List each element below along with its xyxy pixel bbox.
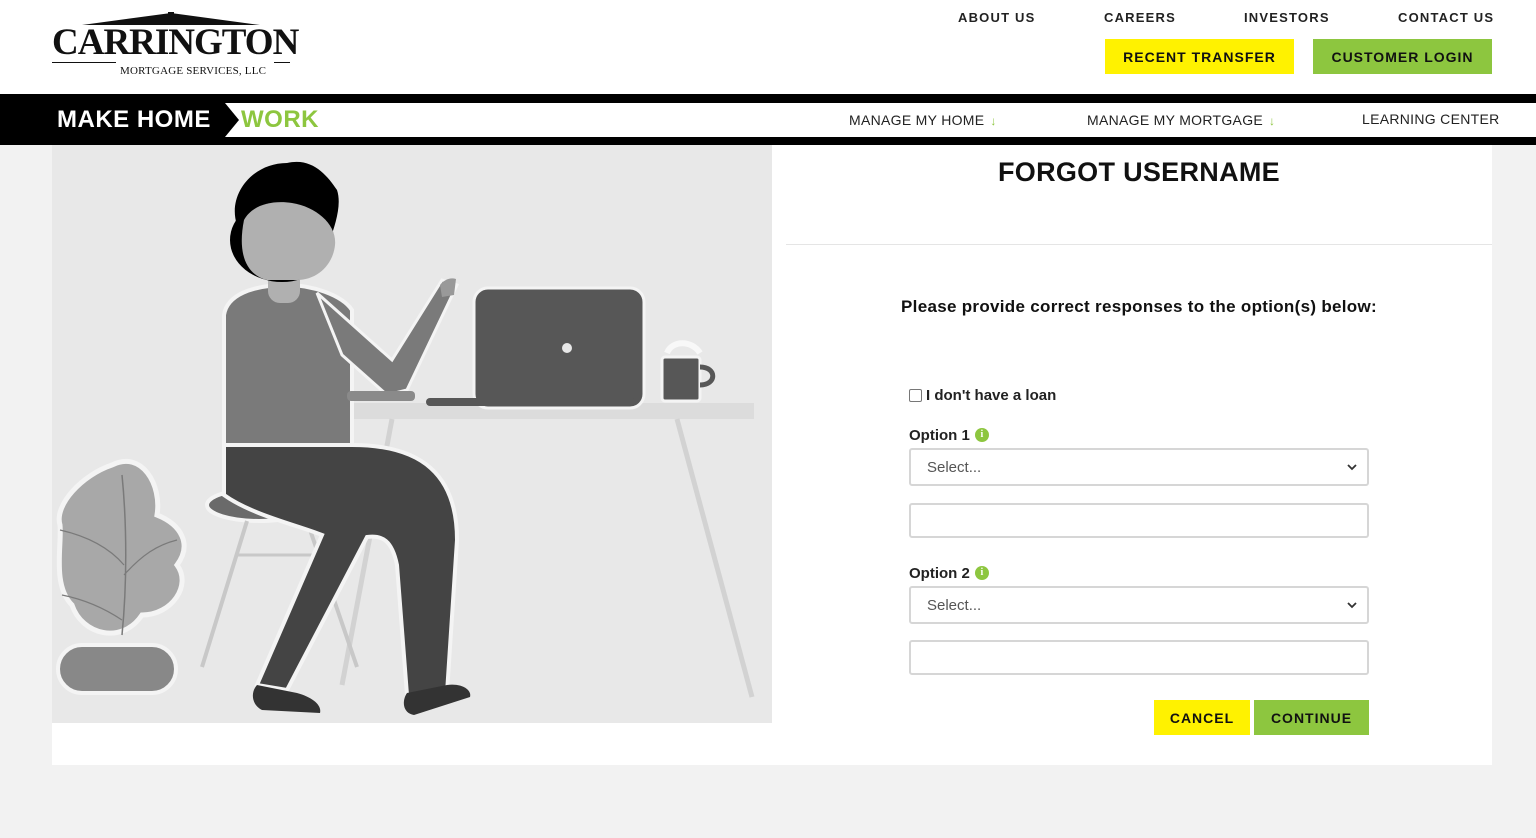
form-instructions: Please provide correct responses to the …	[901, 297, 1377, 316]
recent-transfer-button[interactable]: RECENT TRANSFER	[1105, 39, 1294, 74]
arrow-down-icon: ↓	[990, 114, 997, 128]
logo-wordmark: CARRINGTON	[52, 22, 299, 63]
site-header: CARRINGTON MORTGAGE SERVICES, LLC ABOUT …	[0, 0, 1536, 94]
nav-investors[interactable]: INVESTORS	[1244, 10, 1330, 26]
nav-learning-center[interactable]: LEARNING CENTER	[1362, 111, 1500, 127]
nav-manage-my-home[interactable]: MANAGE MY HOME ↓	[849, 112, 997, 128]
info-icon[interactable]: i	[974, 428, 989, 442]
option-2-answer-input[interactable]	[909, 640, 1369, 675]
option-2-select[interactable]: Select...	[909, 586, 1369, 624]
person-at-desk-illustration	[52, 145, 772, 723]
option-1-label-text: Option 1	[909, 426, 970, 444]
chevron-down-icon	[1347, 464, 1357, 471]
tagline-banner: MAKE HOME WORK MANAGE MY HOME ↓ MANAGE MY…	[0, 94, 1536, 145]
tagline-work: WORK	[241, 106, 319, 133]
chevron-down-icon	[1347, 602, 1357, 609]
nav-contact-us[interactable]: CONTACT US	[1398, 10, 1494, 26]
banner-chevron-shape	[225, 103, 239, 137]
logo-subtitle: MORTGAGE SERVICES, LLC	[120, 65, 267, 77]
continue-button[interactable]: CONTINUE	[1254, 700, 1369, 735]
tagline-make-home: MAKE HOME	[57, 106, 211, 133]
customer-login-button[interactable]: CUSTOMER LOGIN	[1313, 39, 1492, 74]
nav-manage-my-mortgage-label: MANAGE MY MORTGAGE	[1087, 112, 1264, 128]
logo-rule-left	[52, 62, 116, 63]
nav-manage-my-mortgage[interactable]: MANAGE MY MORTGAGE ↓	[1087, 112, 1275, 128]
no-loan-checkbox-row[interactable]: I don't have a loan	[909, 386, 1056, 404]
page-title: FORGOT USERNAME	[997, 157, 1280, 187]
option-2-label: Option 2 i	[909, 564, 989, 582]
option-1-label: Option 1 i	[909, 426, 989, 444]
option-2-select-value: Select...	[927, 596, 982, 614]
forgot-username-card: FORGOT USERNAME Please provide correct r…	[52, 145, 1492, 765]
option-1-answer-input[interactable]	[909, 503, 1369, 538]
nav-manage-my-home-label: MANAGE MY HOME	[849, 112, 985, 128]
info-icon[interactable]: i	[974, 566, 989, 580]
nav-careers[interactable]: CAREERS	[1104, 10, 1176, 26]
title-divider	[786, 244, 1492, 245]
cancel-button[interactable]: CANCEL	[1154, 700, 1250, 735]
logo-rule-right	[274, 62, 290, 63]
arrow-down-icon: ↓	[1269, 114, 1276, 128]
option-1-select-value: Select...	[927, 458, 982, 476]
carrington-logo[interactable]: CARRINGTON MORTGAGE SERVICES, LLC	[52, 12, 299, 78]
option-2-label-text: Option 2	[909, 564, 970, 582]
forgot-username-form: FORGOT USERNAME Please provide correct r…	[786, 145, 1492, 765]
no-loan-checkbox[interactable]	[909, 388, 922, 402]
nav-about-us[interactable]: ABOUT US	[958, 10, 1036, 26]
illustration-graphic	[56, 161, 755, 715]
option-1-select[interactable]: Select...	[909, 448, 1369, 486]
no-loan-label: I don't have a loan	[926, 386, 1057, 404]
